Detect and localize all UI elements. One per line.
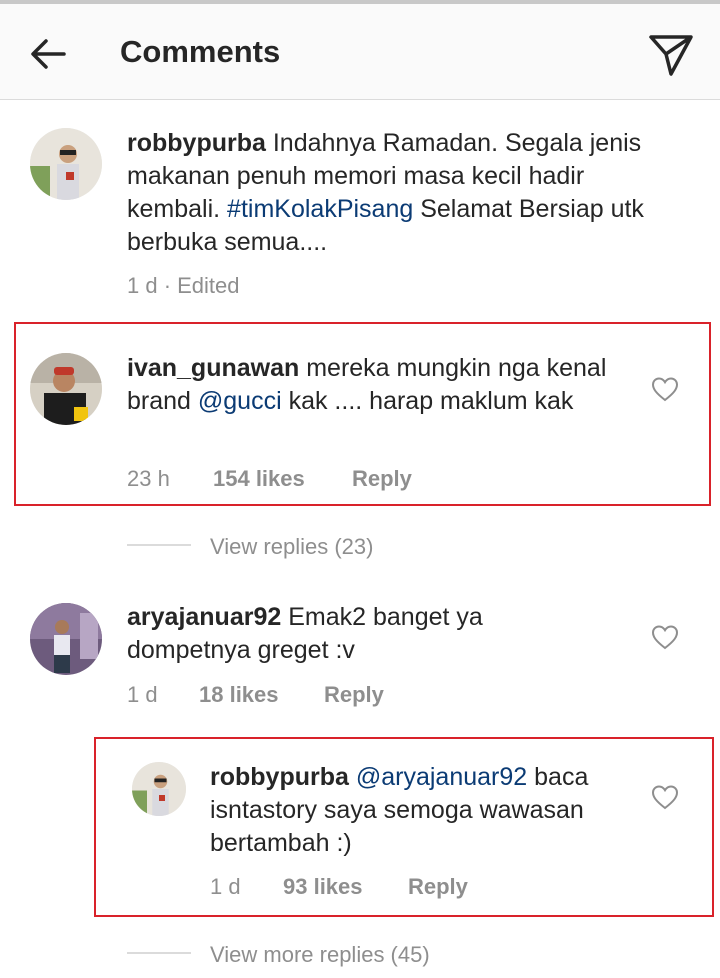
replies-divider — [127, 544, 191, 546]
comments-header: Comments — [0, 4, 720, 100]
hashtag-link[interactable]: #timKolakPisang — [227, 195, 413, 223]
comment-time: 1 d · Edited — [127, 273, 240, 298]
comment-username[interactable]: ivan_gunawan — [127, 354, 299, 382]
replies-divider — [127, 952, 191, 954]
mention-link[interactable]: @gucci — [198, 387, 282, 415]
comment-time: 23 h — [127, 466, 170, 491]
avatar[interactable] — [132, 762, 186, 816]
heart-icon[interactable] — [651, 784, 679, 810]
avatar-image — [132, 762, 186, 816]
comment-username[interactable]: robbypurba — [210, 763, 349, 791]
mention-link[interactable]: @aryajanuar92 — [356, 763, 527, 791]
heart-icon[interactable] — [651, 624, 679, 650]
avatar[interactable] — [30, 603, 102, 675]
comment-time: 1 d — [210, 874, 241, 899]
comment-text: ivan_gunawan mereka mungkin nga kenal br… — [127, 352, 617, 418]
avatar-image — [30, 603, 102, 675]
avatar[interactable] — [30, 353, 102, 425]
page-title: Comments — [120, 34, 281, 69]
heart-icon[interactable] — [651, 376, 679, 402]
reply-button[interactable]: Reply — [324, 682, 384, 708]
avatar[interactable] — [30, 128, 102, 200]
back-arrow-icon[interactable] — [26, 32, 70, 76]
view-replies-link[interactable]: View replies (23) — [210, 534, 373, 560]
comment-text: robbypurba @aryajanuar92 baca isntastory… — [210, 761, 630, 860]
comment-time: 1 d — [127, 682, 158, 707]
comment-text: robbypurba Indahnya Ramadan. Segala jeni… — [127, 127, 647, 259]
likes-count[interactable]: 93 likes — [283, 874, 363, 900]
send-icon[interactable] — [646, 30, 696, 78]
avatar-image — [30, 353, 102, 425]
comment-text: aryajanuar92 Emak2 banget ya dompetnya g… — [127, 601, 597, 667]
avatar-image — [30, 128, 102, 200]
likes-count[interactable]: 154 likes — [213, 466, 305, 492]
comment-body-cont: kak .... harap maklum kak — [281, 387, 574, 415]
view-more-replies-link[interactable]: View more replies (45) — [210, 942, 430, 968]
reply-button[interactable]: Reply — [408, 874, 468, 900]
likes-count[interactable]: 18 likes — [199, 682, 279, 708]
reply-button[interactable]: Reply — [352, 466, 412, 492]
comment-username[interactable]: robbypurba — [127, 129, 266, 157]
comment-username[interactable]: aryajanuar92 — [127, 603, 281, 631]
